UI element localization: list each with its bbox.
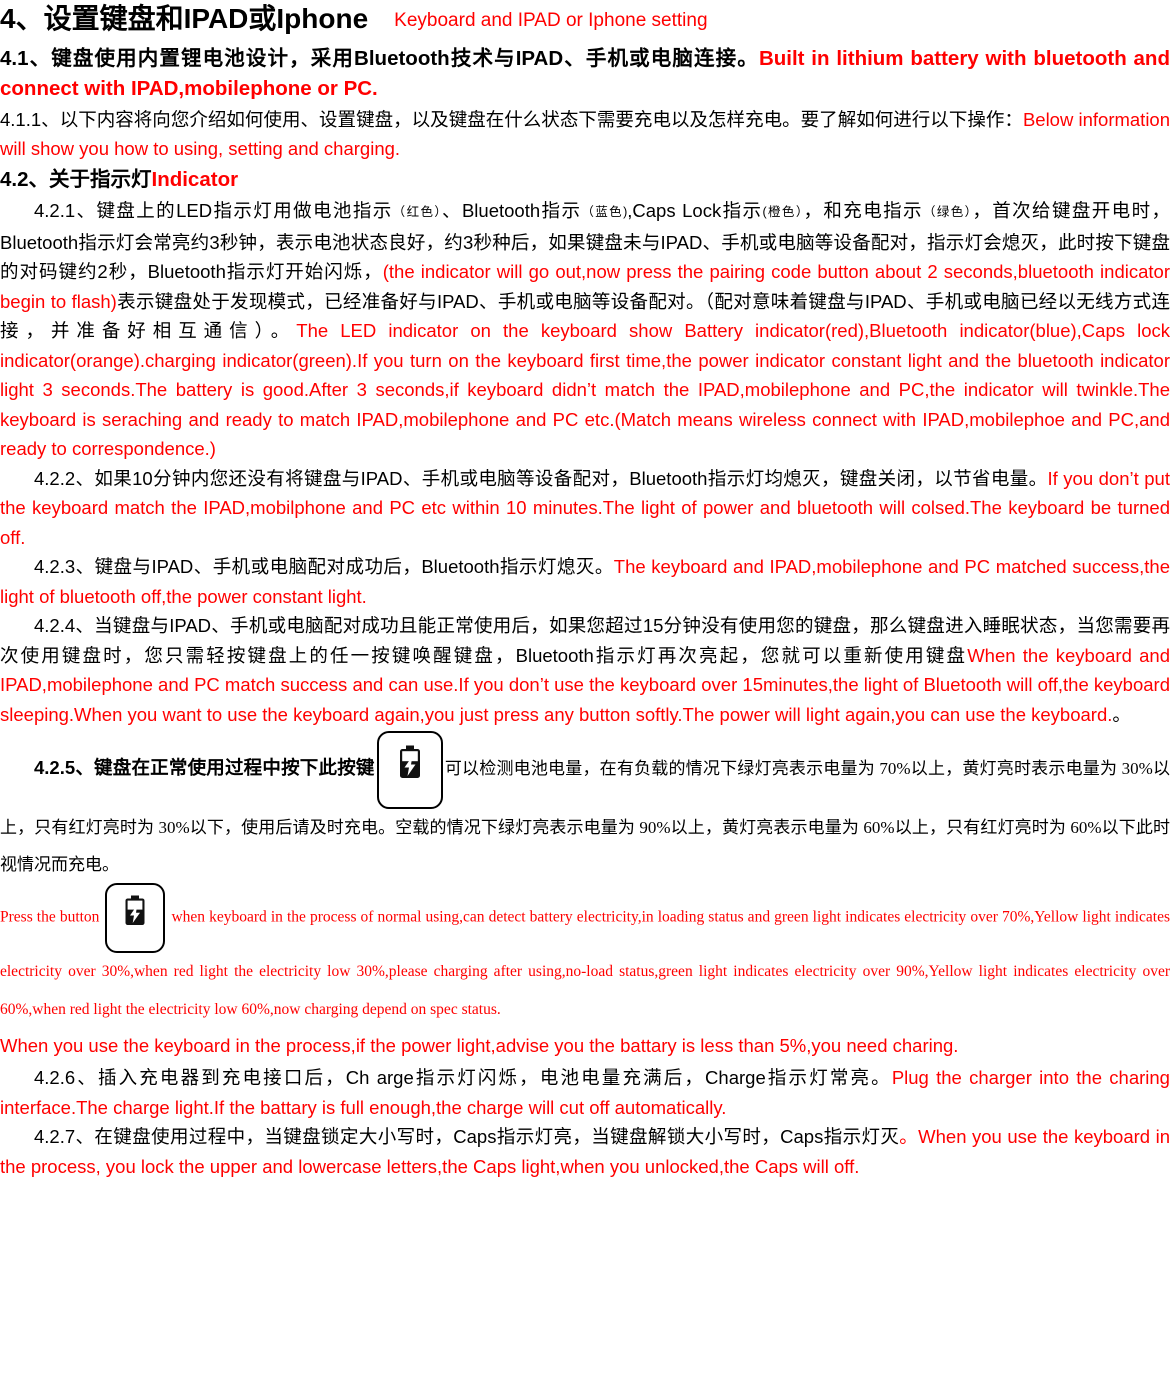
s427-cn: 4.2.7、在键盘使用过程中，当键盘锁定大小写时，Caps指示灯亮，当键盘解锁大… [34,1126,900,1147]
section-4-2-2: 4.2.2、如果10分钟内您还没有将键盘与IPAD、手机或电脑等设备配对，Blu… [0,464,1170,553]
section-4-2-5: 4.2.5、键盘在正常使用过程中按下此按键 可以检测电池电量，在有负载的情况下绿… [0,731,1170,883]
s425-en-pre: Press the button [0,908,100,926]
section-4-1-1-cn: 4.1.1、以下内容将向您介绍如何使用、设置键盘，以及键盘在什么状态下需要充电以… [0,109,1023,130]
battery-charge-key-icon[interactable] [376,731,443,809]
s422-cn: 4.2.2、如果10分钟内您还没有将键盘与IPAD、手机或电脑等设备配对，Blu… [34,467,1048,489]
section-4-1-1: 4.1.1、以下内容将向您介绍如何使用、设置键盘，以及键盘在什么状态下需要充电以… [0,105,1170,163]
s421-note-green: （绿色） [922,205,973,219]
page-title: 4、设置键盘和IPAD或Iphone Keyboard and IPAD or I… [0,2,1170,38]
section-4-2-heading: 4.2、关于指示灯Indicator [0,165,1170,195]
section-4-2-6: 4.2.6、插入充电器到充电接口后，Ch arge指示灯闪烁，电池电量充满后，C… [0,1063,1170,1122]
page-title-cn: 4、设置键盘和IPAD或Iphone [0,3,369,34]
s421-cn-a: 4.2.1、键盘上的LED指示灯用做电池指示 [34,200,393,221]
section-4-2-5-bold-note: When you use the keyboard in the process… [0,1035,959,1056]
s421-cn-c: ,Caps Lock指示 [627,200,763,221]
s421-note-red: （红色） [392,205,443,219]
battery-charge-key-icon[interactable] [105,883,166,953]
section-4-2-3: 4.2.3、键盘与IPAD、手机或电脑配对成功后，Bluetooth指示灯熄灭。… [0,552,1170,611]
section-4-1-cn: 4.1、键盘使用内置锂电池设计，采用Bluetooth技术与IPAD、手机或电脑… [0,47,759,70]
s421-cn-d: ，和充电指示 [803,200,923,221]
section-4-2-1: 4.2.1、键盘上的LED指示灯用做电池指示（红色）、Bluetooth指示（蓝… [0,196,1170,464]
s423-cn: 4.2.3、键盘与IPAD、手机或电脑配对成功后，Bluetooth指示灯熄灭。 [34,556,614,577]
s421-note-orange: (橙色） [762,205,804,219]
s425-en-post: when keyboard in the process of normal u… [0,908,1170,1018]
s421-cn-b: 、Bluetooth指示 [442,200,582,221]
section-4-2-5-en: Press the button when keyboard in the pr… [0,883,1170,1029]
section-4-2-heading-cn: 4.2、关于指示灯 [0,168,152,191]
section-4-1: 4.1、键盘使用内置锂电池设计，采用Bluetooth技术与IPAD、手机或电脑… [0,44,1170,104]
page-title-en: Keyboard and IPAD or Iphone setting [394,10,708,31]
s427-cn-tail: 。 [899,1126,919,1147]
document-page: 4、设置键盘和IPAD或Iphone Keyboard and IPAD or I… [0,0,1170,1376]
s421-note-blue: （蓝色) [581,205,628,219]
s426-cn: 4.2.6、插入充电器到充电接口后，Ch arge指示灯闪烁，电池电量充满后，C… [34,1067,892,1088]
section-4-2-4: 4.2.4、当键盘与IPAD、手机或电脑配对成功且能正常使用后，如果您超过15分… [0,611,1170,729]
section-4-2-7: 4.2.7、在键盘使用过程中，当键盘锁定大小写时，Caps指示灯亮，当键盘解锁大… [0,1122,1170,1181]
section-4-2-heading-en: Indicator [151,168,239,191]
s424-tail-cn: 。 [1112,703,1131,725]
s425-lead: 4.2.5、键盘在正常使用过程中按下此按键 [34,756,375,778]
